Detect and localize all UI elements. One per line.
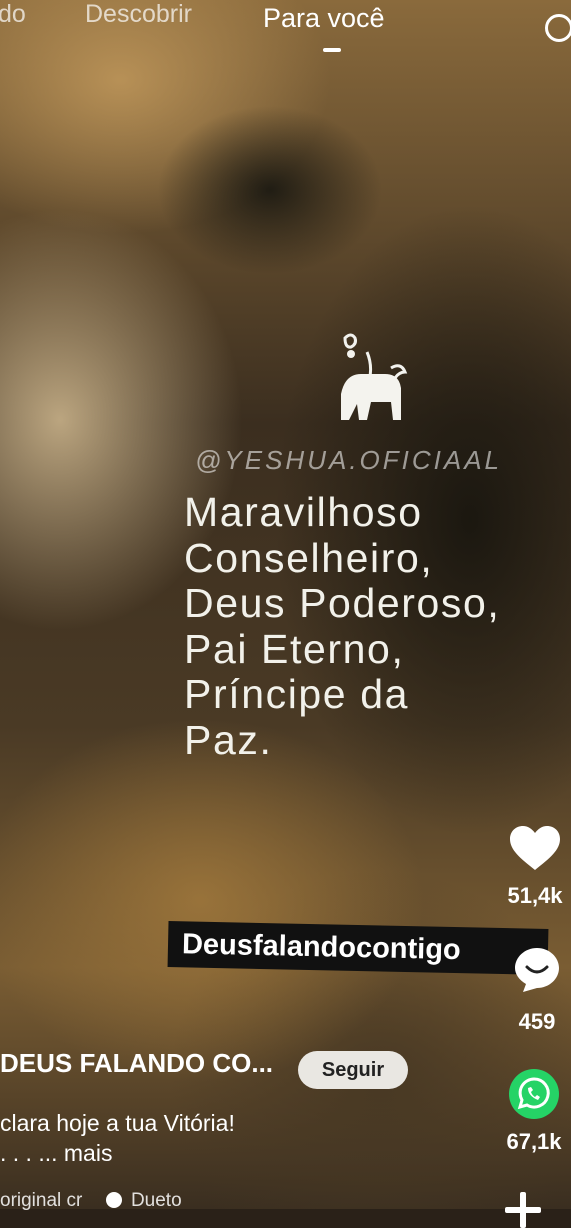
whatsapp-icon[interactable] (508, 1068, 560, 1120)
tab-para-voce[interactable]: Para você (263, 3, 385, 34)
active-tab-indicator (323, 48, 341, 52)
tab-partial[interactable]: do (0, 0, 26, 29)
verse-line: Paz. (184, 716, 273, 763)
follow-button[interactable]: Seguir (298, 1051, 408, 1089)
verse-line: Conselheiro, (184, 534, 434, 581)
like-count: 51,4k (507, 883, 563, 908)
comment-icon[interactable] (513, 946, 561, 994)
search-icon[interactable] (545, 14, 571, 42)
author-name[interactable]: DEUS FALANDO CO... (0, 1048, 273, 1079)
share-count: 67,1k (506, 1129, 562, 1154)
duet-icon (105, 1192, 122, 1208)
like-action[interactable]: 51,4k (471, 826, 571, 909)
top-tab-bar: do Descobrir Para você (0, 0, 571, 60)
comment-count: 459 (518, 1009, 556, 1034)
music-label: original cr (0, 1190, 83, 1211)
post-description: clara hoje a tua Vitória! (0, 1110, 235, 1136)
more-link[interactable]: . . . ... mais (0, 1140, 112, 1167)
verse-line: Pai Eterno, (184, 625, 405, 672)
heart-icon[interactable] (510, 826, 560, 872)
watermark-handle: @YESHUA.OFICIAAL (195, 445, 503, 475)
verse-line: Príncipe da (184, 671, 410, 717)
plus-icon[interactable] (505, 1192, 541, 1228)
verse-line: Deus Poderoso, (184, 580, 501, 626)
tab-descobrir[interactable]: Descobrir (85, 0, 192, 29)
verse-line: Maravilhoso (184, 489, 423, 535)
verse-text: Maravilhoso Conselheiro, Deus Poderoso, … (184, 489, 501, 763)
share-action[interactable]: 67,1k (471, 1068, 571, 1155)
duet-label[interactable]: Dueto (131, 1190, 182, 1211)
lion-logo-icon (341, 333, 408, 420)
comment-action[interactable]: 459 (471, 946, 571, 1035)
